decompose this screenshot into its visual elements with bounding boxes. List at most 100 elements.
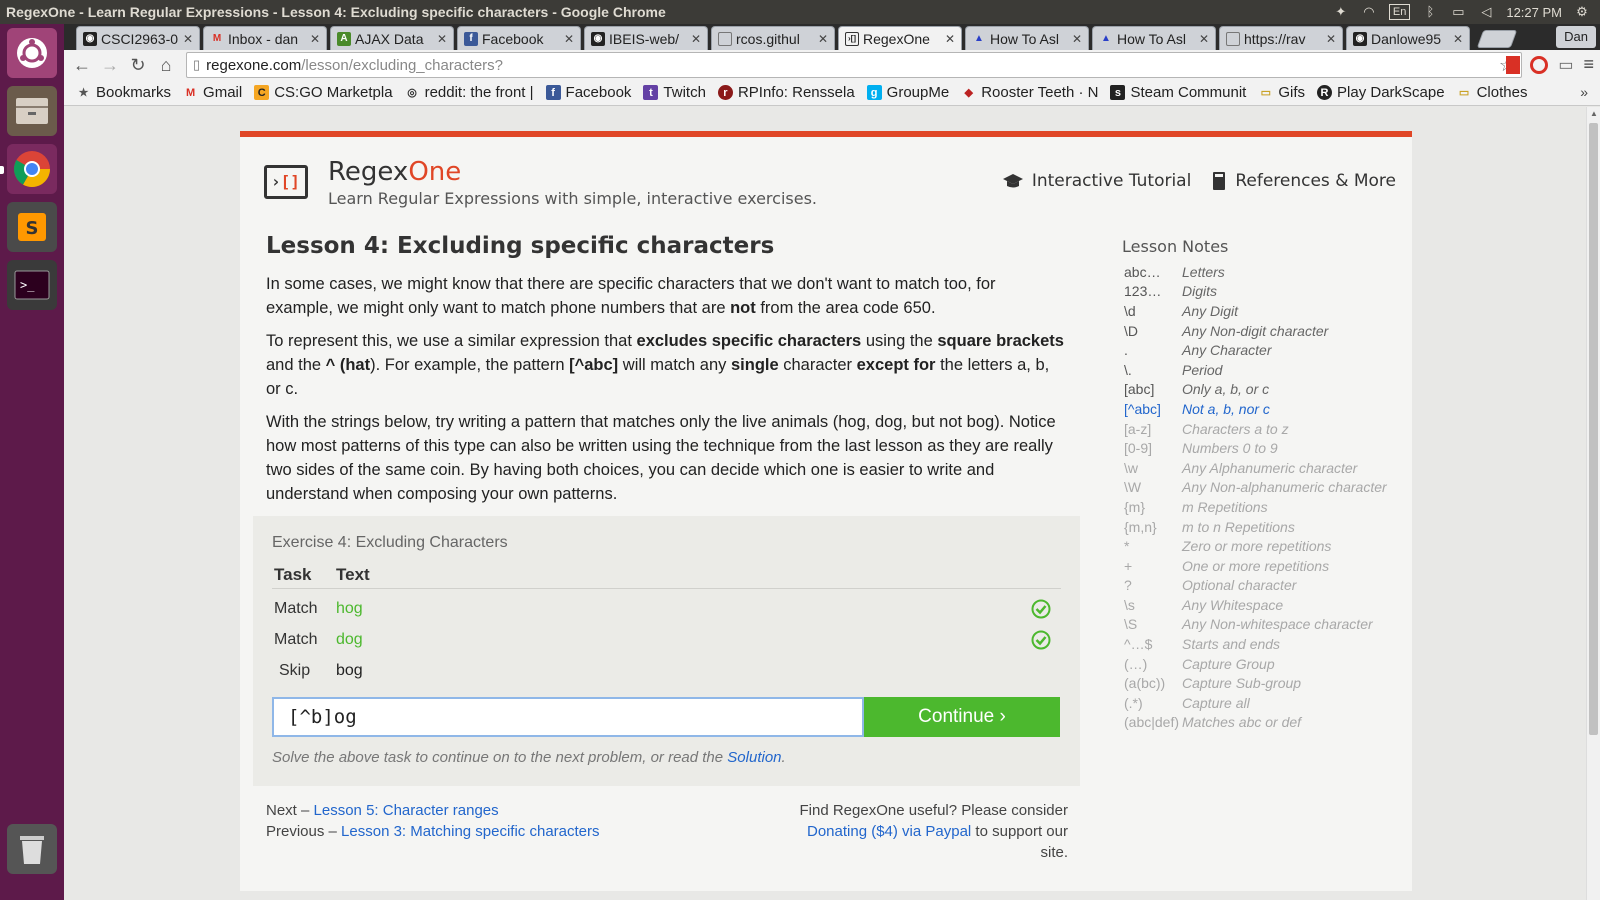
- dropbox-icon[interactable]: ✦: [1333, 5, 1349, 19]
- previous-lesson-link[interactable]: Lesson 3: Matching specific characters: [341, 823, 599, 840]
- close-icon[interactable]: ✕: [183, 32, 193, 46]
- lesson-note-row: {m,n} m to n Repetitions: [1122, 517, 1412, 537]
- donate-link[interactable]: Donating ($4) via Paypal: [807, 823, 971, 840]
- lesson-card: ›[] RegexOne Learn Regular Expressions w…: [240, 131, 1412, 891]
- gear-icon[interactable]: ⚙: [1574, 5, 1590, 19]
- close-icon[interactable]: ✕: [1326, 32, 1336, 46]
- continue-button[interactable]: Continue ›: [864, 697, 1060, 737]
- scroll-up-icon[interactable]: ▲: [1590, 109, 1598, 118]
- trash-launcher-button[interactable]: [7, 824, 57, 874]
- close-icon[interactable]: ✕: [437, 32, 447, 46]
- nav-references[interactable]: References & More: [1211, 171, 1396, 191]
- bookmark-item[interactable]: ◆ Rooster Teeth · N: [961, 84, 1098, 101]
- browser-tab-strip: ◉ CSCI2963-0 ✕ M Inbox - dan ✕ A AJAX Data ✕ f…: [64, 24, 1600, 50]
- reload-button[interactable]: ↻: [124, 51, 152, 79]
- lesson-note-row: [abc] Only a, b, or c: [1122, 380, 1412, 400]
- tab[interactable]: rcos.githul ✕: [711, 26, 835, 50]
- column-header-text: Text: [336, 564, 370, 584]
- tab[interactable]: ▲ How To Asl ✕: [965, 26, 1089, 50]
- bookmark-item[interactable]: C CS:GO Marketpla: [254, 84, 393, 101]
- profile-button[interactable]: Dan: [1556, 26, 1596, 48]
- adblock-extension-icon[interactable]: [1530, 55, 1549, 74]
- tab[interactable]: ◉ CSCI2963-0 ✕: [76, 26, 200, 50]
- svg-text:S: S: [26, 218, 39, 239]
- forward-button[interactable]: →: [96, 51, 124, 79]
- chrome-launcher-button[interactable]: [7, 144, 57, 194]
- scrollbar-thumb[interactable]: [1589, 123, 1598, 735]
- tab[interactable]: ◉ IBEIS-web/✕: [584, 26, 708, 50]
- home-button[interactable]: ⌂: [152, 51, 180, 79]
- tab-active[interactable]: ›[] RegexOne ✕: [838, 26, 962, 50]
- bookmark-item[interactable]: r RPInfo: Renssela: [717, 84, 855, 101]
- tab[interactable]: M Inbox - dan ✕: [203, 26, 327, 50]
- lesson-note-syntax: \d: [1124, 302, 1136, 319]
- close-icon[interactable]: ✕: [691, 32, 701, 46]
- clock[interactable]: 12:27 PM: [1506, 5, 1562, 20]
- cast-icon[interactable]: ▭: [1558, 55, 1573, 75]
- volume-icon[interactable]: ◁: [1478, 5, 1494, 19]
- bookmark-item[interactable]: t Twitch: [643, 84, 706, 101]
- bookmark-item[interactable]: ★ Bookmarks: [76, 84, 171, 101]
- bookmark-item[interactable]: s Steam Communit: [1110, 84, 1246, 101]
- battery-icon[interactable]: ▭: [1450, 5, 1466, 19]
- book-icon: [1213, 172, 1226, 190]
- regexone-icon: ›[]: [845, 31, 859, 46]
- wifi-icon[interactable]: ◠: [1361, 5, 1377, 19]
- bookmarks-bar: ★ Bookmarks M Gmail C CS:GO Marketpla ◎ redd…: [64, 80, 1600, 106]
- regex-answer-input[interactable]: [^b]og: [272, 697, 864, 737]
- scrollbar[interactable]: ▲: [1586, 107, 1600, 900]
- lesson-note-meaning: Matches abc or def: [1182, 714, 1302, 731]
- site-header: ›[] RegexOne Learn Regular Expressions w…: [240, 137, 1412, 227]
- keyboard-layout-indicator[interactable]: En: [1388, 4, 1411, 20]
- terminal-launcher-button[interactable]: >_: [7, 260, 57, 310]
- tab[interactable]: f Facebook ✕: [457, 26, 581, 50]
- new-tab-button[interactable]: [1476, 30, 1518, 48]
- bookmark-item[interactable]: f Facebook: [545, 84, 631, 101]
- bookmark-extension-icon[interactable]: [1506, 55, 1521, 74]
- regexone-logo-icon[interactable]: ›[]: [264, 165, 308, 199]
- close-icon[interactable]: ✕: [945, 32, 955, 46]
- lesson-notes-list: abc… Letters 123… Digits \d Any Digit \D Any No…: [1122, 262, 1412, 732]
- lesson-note-syntax: abc…: [1124, 263, 1161, 280]
- tab[interactable]: https://rav ✕: [1219, 26, 1343, 50]
- donation-notice: Find RegexOne useful? Please consider Do…: [799, 802, 1069, 861]
- sublime-launcher-button[interactable]: S: [7, 202, 57, 252]
- next-lesson-link[interactable]: Lesson 5: Character ranges: [314, 802, 499, 819]
- running-indicator: [0, 166, 4, 174]
- bookmark-item[interactable]: ▭ Gifs: [1258, 84, 1305, 101]
- bookmark-item[interactable]: ◎ reddit: the front |: [405, 84, 533, 101]
- lesson-note-row: ? Optional character: [1122, 576, 1412, 596]
- back-button[interactable]: ←: [68, 51, 96, 79]
- lesson-note-syntax: {m,n}: [1124, 518, 1157, 535]
- tab[interactable]: ▲ How To Asl ✕: [1092, 26, 1216, 50]
- site-name[interactable]: RegexOne: [328, 157, 461, 187]
- ubuntu-dash-button[interactable]: [7, 28, 57, 78]
- bookmarks-overflow-icon[interactable]: »: [1580, 84, 1588, 100]
- lesson-note-meaning: Period: [1182, 361, 1223, 378]
- nav-interactive-tutorial[interactable]: Interactive Tutorial: [1002, 171, 1191, 191]
- menu-icon[interactable]: ≡: [1583, 54, 1594, 75]
- tab[interactable]: A AJAX Data ✕: [330, 26, 454, 50]
- close-icon[interactable]: ✕: [1072, 32, 1082, 46]
- lesson-note-syntax: \s: [1124, 596, 1135, 613]
- lesson-note-syntax: [a-z]: [1124, 420, 1152, 437]
- bookmark-item[interactable]: ▭ Clothes: [1457, 84, 1528, 101]
- exercise-row: Match dog: [272, 624, 1061, 655]
- tab[interactable]: ◉ Danlowe95 ✕: [1346, 26, 1470, 50]
- triangle-icon: ▲: [1101, 33, 1111, 44]
- bookmark-item[interactable]: M Gmail: [183, 84, 242, 101]
- close-icon[interactable]: ✕: [1199, 32, 1209, 46]
- solution-link[interactable]: Solution: [727, 749, 781, 766]
- bookmark-item[interactable]: R Play DarkScape: [1317, 84, 1445, 101]
- bookmark-item[interactable]: g GroupMe: [866, 84, 949, 101]
- exercise-row: Match hog: [272, 593, 1061, 624]
- close-icon[interactable]: ✕: [818, 32, 828, 46]
- address-bar[interactable]: ▯ regexone.com/lesson/excluding_characte…: [186, 52, 1522, 78]
- close-icon[interactable]: ✕: [1453, 32, 1463, 46]
- lesson-note-meaning: Any Non-digit character: [1182, 322, 1329, 339]
- close-icon[interactable]: ✕: [564, 32, 574, 46]
- files-launcher-button[interactable]: [7, 86, 57, 136]
- lesson-note-row: [0-9] Numbers 0 to 9: [1122, 438, 1412, 458]
- bluetooth-icon[interactable]: ᛒ: [1422, 5, 1438, 19]
- close-icon[interactable]: ✕: [310, 32, 320, 46]
